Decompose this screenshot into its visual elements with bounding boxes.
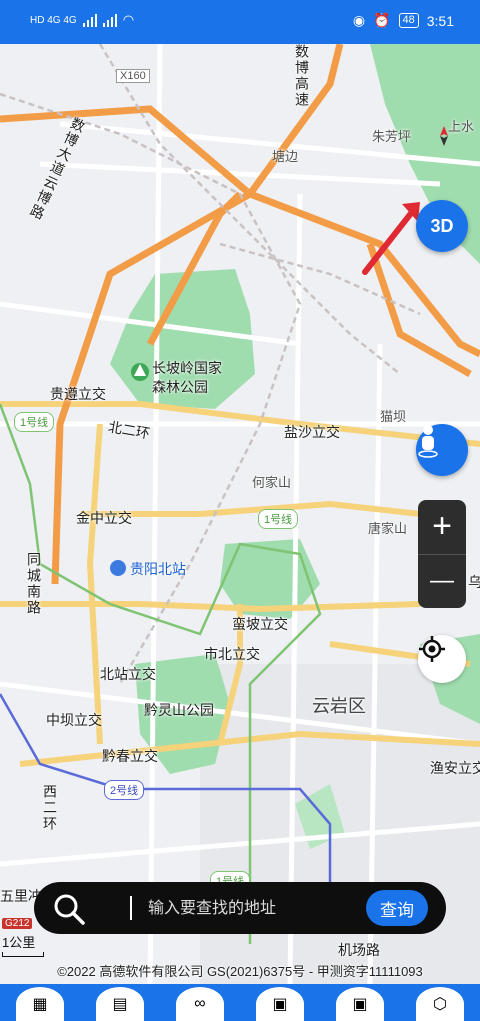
road-shield-g212: G212 [2,918,33,929]
road-label-xierhuan: 西二环 [42,784,58,832]
battery-indicator: 48 [398,13,419,28]
place-label-zhongba: 中坝立交 [46,712,102,728]
search-bar: 查询 [34,882,446,934]
metro-badge-line2: 2号线 [104,780,145,800]
map-layer-tab-6[interactable]: ⬡ [416,987,464,1021]
place-label-qianchun: 黔春立交 [102,748,158,764]
map-layer-tab-3[interactable]: ∞ [176,987,224,1021]
book-icon: ▤ [112,996,128,1013]
glasses-icon: ∞ [194,995,206,1012]
network-text: HD 4G 4G [30,14,77,26]
compass-icon[interactable] [432,124,456,148]
map-graphics [0,44,480,984]
place-label-yuan: 渔安立交 [430,760,480,776]
scale-bar [2,952,44,957]
place-label-yansha: 盐沙立交 [284,424,340,440]
map-layer-tab-1[interactable]: ▦ [16,987,64,1021]
place-label-tangbian: 塘边 [272,149,299,164]
query-button[interactable]: 查询 [366,890,428,926]
scale-label: 1公里 [2,935,36,950]
place-label-edge: 乌 [468,574,480,590]
district-label-yunyan: 云岩区 [312,696,366,716]
place-label-hejiashan: 何家山 [252,475,292,490]
road-label-jichang: 机场路 [338,942,380,958]
place-label-zhufangping: 朱芳坪 [372,129,412,144]
road-label-tongcheng: 同城南路 [26,552,42,616]
poi-label-guiyang-north: 贵阳北站 [130,561,186,577]
image-icon: ▣ [352,996,368,1013]
place-label-maoba: 猫坝 [380,409,407,424]
map-scale: 1公里 [2,932,44,957]
zoom-out-button[interactable]: — [418,555,466,609]
map-icon: ▦ [32,996,48,1013]
map-layer-tab-5[interactable]: ▣ [336,987,384,1021]
wifi-icon: ◠ [122,12,135,27]
place-label-manpo: 蛮坡立交 [232,616,288,632]
locate-button[interactable] [418,635,466,683]
zoom-control: + — [418,500,466,608]
place-label-beizhan: 北站立交 [100,666,156,682]
search-divider [130,896,132,920]
street-view-button[interactable] [416,424,468,476]
copyright-text: ©2022 高德软件有限公司 GS(2021)6375号 - 甲测资字11111… [57,964,423,979]
metro-badge-line1-mid: 1号线 [258,509,299,529]
place-label-guizun: 贵遵立交 [50,386,106,402]
poi-label-changpoling: 长坡岭国家 [152,360,222,376]
network-indicators: HD 4G 4G ◠ [30,12,134,28]
signal-icon [82,13,97,27]
search-input[interactable] [146,894,380,924]
zoom-in-button[interactable]: + [418,500,466,554]
road-label-x160: X160 [116,69,150,83]
road-label-shubo-highway: 数博高速 [294,44,310,108]
place-label-jinzhong: 金中立交 [76,510,132,526]
clock: 3:51 [426,12,454,29]
eye-icon: ◉ [352,12,366,28]
settings-icon: ⬡ [433,996,447,1013]
search-icon [54,894,85,925]
map-layer-tab-2[interactable]: ▤ [96,987,144,1021]
place-label-shibei: 市北立交 [204,646,260,662]
map-canvas[interactable]: X160 塘边 朱芳坪 上水 数博大道云博路 数博高速 长坡岭国家 森林公园 贵… [0,44,480,984]
picture-icon: ▣ [272,996,288,1013]
poi-label-changpoling-2: 森林公园 [152,379,208,395]
signal-icon-2 [102,13,117,27]
status-bar: HD 4G 4G ◠ ◉ ⏰ 48 3:51 [0,0,480,44]
metro-badge-line1: 1号线 [14,412,55,432]
alarm-icon: ⏰ [373,12,391,28]
map-layer-tab-4[interactable]: ▣ [256,987,304,1021]
3d-button[interactable]: 3D [416,200,468,252]
pegman-icon [418,425,438,458]
poi-label-qianlingshan: 黔灵山公园 [144,702,214,718]
place-label-tangjiashan: 唐家山 [368,521,408,536]
crosshair-icon [419,636,445,662]
bottom-toolbar: ▦ ▤ ∞ ▣ ▣ ⬡ [0,984,480,1021]
